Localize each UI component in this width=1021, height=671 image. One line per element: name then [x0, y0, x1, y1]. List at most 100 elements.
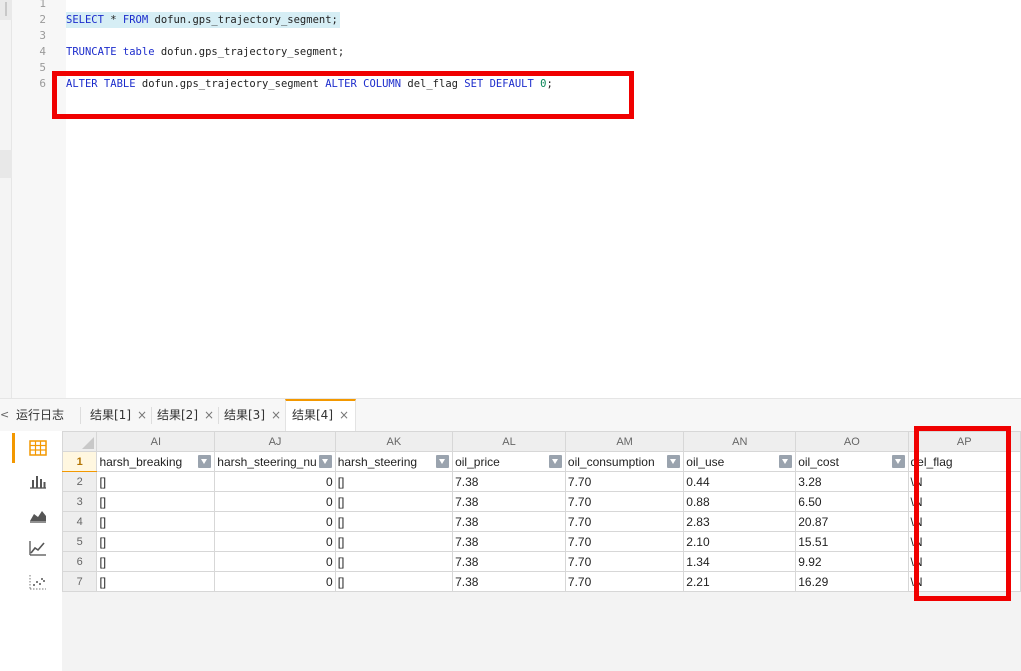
table-cell[interactable]: 7.70: [564, 551, 685, 572]
row-number[interactable]: 7: [62, 571, 98, 592]
table-cell[interactable]: 6.50: [795, 491, 909, 512]
table-cell[interactable]: 7.38: [452, 491, 566, 512]
sql-editor[interactable]: SELECT * FROM dofun.gps_trajectory_segme…: [66, 0, 1021, 398]
row-number[interactable]: 3: [62, 491, 98, 512]
table-cell[interactable]: 0: [214, 571, 336, 592]
editor-left-strip: [0, 0, 12, 398]
field-name: harsh_breaking: [99, 454, 183, 469]
table-cell[interactable]: []: [334, 551, 454, 572]
filter-dropdown-icon[interactable]: [548, 455, 562, 468]
table-cell[interactable]: []: [334, 511, 454, 532]
result-grid[interactable]: AI AJ AK AL AM AN AO AP 1 harsh_breaking…: [62, 431, 1021, 671]
filter-dropdown-icon[interactable]: [198, 455, 212, 468]
table-row[interactable]: 4[] 0[] 7.38 7.70 2.83 20.87 \N: [62, 511, 1021, 532]
column-letter[interactable]: AL: [452, 431, 566, 452]
column-letter[interactable]: AJ: [214, 431, 336, 452]
table-cell[interactable]: 0: [214, 511, 336, 532]
table-cell[interactable]: 7.38: [452, 511, 566, 532]
table-cell[interactable]: 20.87: [795, 511, 909, 532]
table-cell[interactable]: 0: [214, 531, 336, 552]
table-cell[interactable]: []: [96, 551, 216, 572]
tab-result-3[interactable]: 结果[3] ×: [224, 399, 281, 432]
close-icon[interactable]: ×: [137, 408, 147, 422]
table-cell[interactable]: 7.38: [452, 571, 566, 592]
column-letter-row: AI AJ AK AL AM AN AO AP: [62, 431, 1021, 452]
table-cell[interactable]: 0.88: [683, 491, 797, 512]
table-cell[interactable]: 1.34: [683, 551, 797, 572]
select-all-corner[interactable]: [62, 431, 98, 452]
column-letter[interactable]: AO: [795, 431, 909, 452]
column-letter[interactable]: AI: [96, 431, 216, 452]
field-header[interactable]: oil_consumption: [564, 451, 685, 472]
bar-chart-icon[interactable]: [28, 471, 48, 491]
column-letter[interactable]: AN: [683, 431, 797, 452]
table-cell[interactable]: 0: [214, 471, 336, 492]
code-line-4[interactable]: TRUNCATE table dofun.gps_trajectory_segm…: [66, 44, 344, 60]
table-cell[interactable]: []: [334, 491, 454, 512]
line-chart-icon[interactable]: [28, 538, 48, 558]
filter-dropdown-icon[interactable]: [779, 455, 793, 468]
sql-keyword: table: [122, 46, 155, 58]
table-cell[interactable]: 0: [214, 491, 336, 512]
table-cell[interactable]: 7.38: [452, 531, 566, 552]
table-row[interactable]: 7[] 0[] 7.38 7.70 2.21 16.29 \N: [62, 571, 1021, 592]
field-header[interactable]: oil_use: [683, 451, 797, 472]
field-header[interactable]: harsh_breaking: [96, 451, 216, 472]
table-cell[interactable]: 2.10: [683, 531, 797, 552]
table-cell[interactable]: []: [96, 531, 216, 552]
scatter-chart-icon[interactable]: [28, 572, 48, 592]
table-cell[interactable]: 3.28: [795, 471, 909, 492]
field-header[interactable]: harsh_steering: [334, 451, 454, 472]
field-header[interactable]: oil_cost: [795, 451, 909, 472]
table-cell[interactable]: []: [96, 511, 216, 532]
table-cell[interactable]: []: [334, 531, 454, 552]
table-cell[interactable]: 16.29: [795, 571, 909, 592]
table-cell[interactable]: 9.92: [795, 551, 909, 572]
table-cell[interactable]: []: [334, 471, 454, 492]
tab-run-log[interactable]: 运行日志: [16, 399, 64, 432]
row-number[interactable]: 4: [62, 511, 98, 532]
table-row[interactable]: 2[] 0[] 7.38 7.70 0.44 3.28 \N: [62, 471, 1021, 492]
table-row[interactable]: 3[] 0[] 7.38 7.70 0.88 6.50 \N: [62, 491, 1021, 512]
row-number[interactable]: 2: [62, 471, 98, 492]
filter-dropdown-icon[interactable]: [667, 455, 681, 468]
tab-scroll-left-icon[interactable]: <: [0, 408, 9, 421]
field-header[interactable]: oil_price: [452, 451, 566, 472]
table-cell[interactable]: 7.70: [564, 511, 685, 532]
filter-dropdown-icon[interactable]: [436, 455, 450, 468]
table-cell[interactable]: 7.38: [452, 551, 566, 572]
table-cell[interactable]: 7.38: [452, 471, 566, 492]
code-line-2[interactable]: SELECT * FROM dofun.gps_trajectory_segme…: [66, 12, 340, 28]
close-icon[interactable]: ×: [339, 408, 349, 422]
table-cell[interactable]: 7.70: [564, 491, 685, 512]
table-cell[interactable]: 2.83: [683, 511, 797, 532]
filter-dropdown-icon[interactable]: [891, 455, 905, 468]
table-cell[interactable]: 7.70: [564, 531, 685, 552]
table-cell[interactable]: 0: [214, 551, 336, 572]
table-cell[interactable]: 7.70: [564, 471, 685, 492]
filter-dropdown-icon[interactable]: [318, 455, 332, 468]
column-letter[interactable]: AK: [334, 431, 454, 452]
tab-result-1[interactable]: 结果[1] ×: [90, 399, 147, 432]
tab-result-2[interactable]: 结果[2] ×: [157, 399, 214, 432]
table-cell[interactable]: 7.70: [564, 571, 685, 592]
tab-result-4[interactable]: 结果[4] ×: [285, 399, 357, 432]
row-number[interactable]: 6: [62, 551, 98, 572]
table-cell[interactable]: []: [96, 571, 216, 592]
table-cell[interactable]: 0.44: [683, 471, 797, 492]
column-letter[interactable]: AM: [564, 431, 685, 452]
field-header[interactable]: harsh_steering_nu: [214, 451, 336, 472]
table-row[interactable]: 5[] 0[] 7.38 7.70 2.10 15.51 \N: [62, 531, 1021, 552]
close-icon[interactable]: ×: [204, 408, 214, 422]
row-number[interactable]: 1: [62, 451, 98, 472]
table-cell[interactable]: 2.21: [683, 571, 797, 592]
area-chart-icon[interactable]: [28, 505, 48, 525]
table-cell[interactable]: 15.51: [795, 531, 909, 552]
table-cell[interactable]: []: [96, 491, 216, 512]
grid-view-icon[interactable]: [28, 438, 48, 458]
table-row[interactable]: 6[] 0[] 7.38 7.70 1.34 9.92 \N: [62, 551, 1021, 572]
table-cell[interactable]: []: [334, 571, 454, 592]
close-icon[interactable]: ×: [271, 408, 281, 422]
row-number[interactable]: 5: [62, 531, 98, 552]
table-cell[interactable]: []: [96, 471, 216, 492]
